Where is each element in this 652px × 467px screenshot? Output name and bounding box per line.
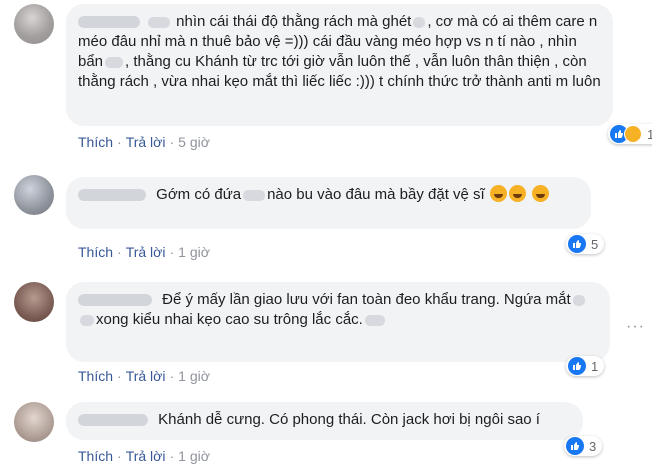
comment-bubble: Khánh dễ cưng. Có phong thái. Còn jack h…	[66, 402, 583, 440]
comment-text: Gớm có đứa	[156, 186, 242, 203]
like-link[interactable]: Thích	[78, 244, 113, 260]
laughing-emoji-icon	[532, 185, 550, 202]
reply-link[interactable]: Trả lời	[126, 448, 166, 464]
comment-text: Để ý mấy lần giao lưu với fan toàn đeo k…	[162, 291, 571, 308]
like-reaction-icon	[568, 357, 586, 375]
like-reaction-icon	[566, 437, 584, 455]
author-name-blurred[interactable]	[78, 414, 148, 427]
author-name-blurred[interactable]	[78, 189, 146, 202]
reply-link[interactable]: Trả lời	[126, 368, 166, 384]
comment-actions: Thích · Trả lời · 1 giờ	[78, 448, 210, 464]
avatar[interactable]	[14, 402, 54, 442]
avatar[interactable]	[14, 4, 54, 44]
reaction-count[interactable]: 12	[608, 124, 652, 144]
more-options-icon[interactable]: ···	[626, 318, 645, 336]
comment-4: Khánh dễ cưng. Có phong thái. Còn jack h…	[14, 402, 614, 467]
laughing-emoji-icon	[489, 185, 507, 202]
like-link[interactable]: Thích	[78, 368, 113, 384]
comment-actions: Thích · Trả lời · 5 giờ	[78, 134, 210, 150]
author-name-blurred[interactable]	[78, 16, 140, 29]
haha-reaction-icon	[624, 125, 642, 143]
comment-2: Gớm có đứa nào bu vào đâu mà bầy đặt vệ s…	[14, 175, 614, 270]
like-reaction-icon	[568, 235, 586, 253]
timestamp[interactable]: 1 giờ	[178, 368, 210, 384]
avatar[interactable]	[14, 175, 54, 215]
timestamp[interactable]: 1 giờ	[178, 448, 210, 464]
comment-bubble: nhìn cái thái độ thằng rách mà ghét, cơ …	[66, 4, 613, 126]
comment-text: nào bu vào đâu mà bầy đặt vệ sĩ	[267, 186, 485, 203]
author-name-blurred[interactable]	[78, 294, 152, 307]
reaction-count[interactable]: 1	[566, 356, 605, 376]
like-link[interactable]: Thích	[78, 448, 113, 464]
comment-1: nhìn cái thái độ thằng rách mà ghét, cơ …	[14, 4, 652, 154]
timestamp[interactable]: 1 giờ	[178, 244, 210, 260]
comment-bubble: Gớm có đứa nào bu vào đâu mà bầy đặt vệ s…	[66, 177, 591, 229]
comment-text: xong kiểu nhai kẹo cao su trông lắc cắc.	[96, 311, 363, 328]
comment-actions: Thích · Trả lời · 1 giờ	[78, 368, 210, 384]
comment-text: , thằng cu Khánh từ trc tới giờ vẫn luôn…	[78, 53, 601, 90]
reaction-count[interactable]: 5	[566, 234, 605, 254]
laughing-emoji-icon	[508, 185, 526, 202]
timestamp[interactable]: 5 giờ	[178, 134, 210, 150]
comment-3: Để ý mấy lần giao lưu với fan toàn đeo k…	[14, 282, 614, 387]
comment-text: Khánh dễ cưng. Có phong thái. Còn jack h…	[158, 411, 540, 428]
comment-actions: Thích · Trả lời · 1 giờ	[78, 244, 210, 260]
reaction-count[interactable]: 3	[564, 436, 603, 456]
like-link[interactable]: Thích	[78, 134, 113, 150]
comment-text: nhìn cái thái độ thằng rách mà ghét	[176, 13, 412, 30]
reply-link[interactable]: Trả lời	[126, 134, 166, 150]
reply-link[interactable]: Trả lời	[126, 244, 166, 260]
avatar[interactable]	[14, 282, 54, 322]
comment-bubble: Để ý mấy lần giao lưu với fan toàn đeo k…	[66, 282, 610, 362]
